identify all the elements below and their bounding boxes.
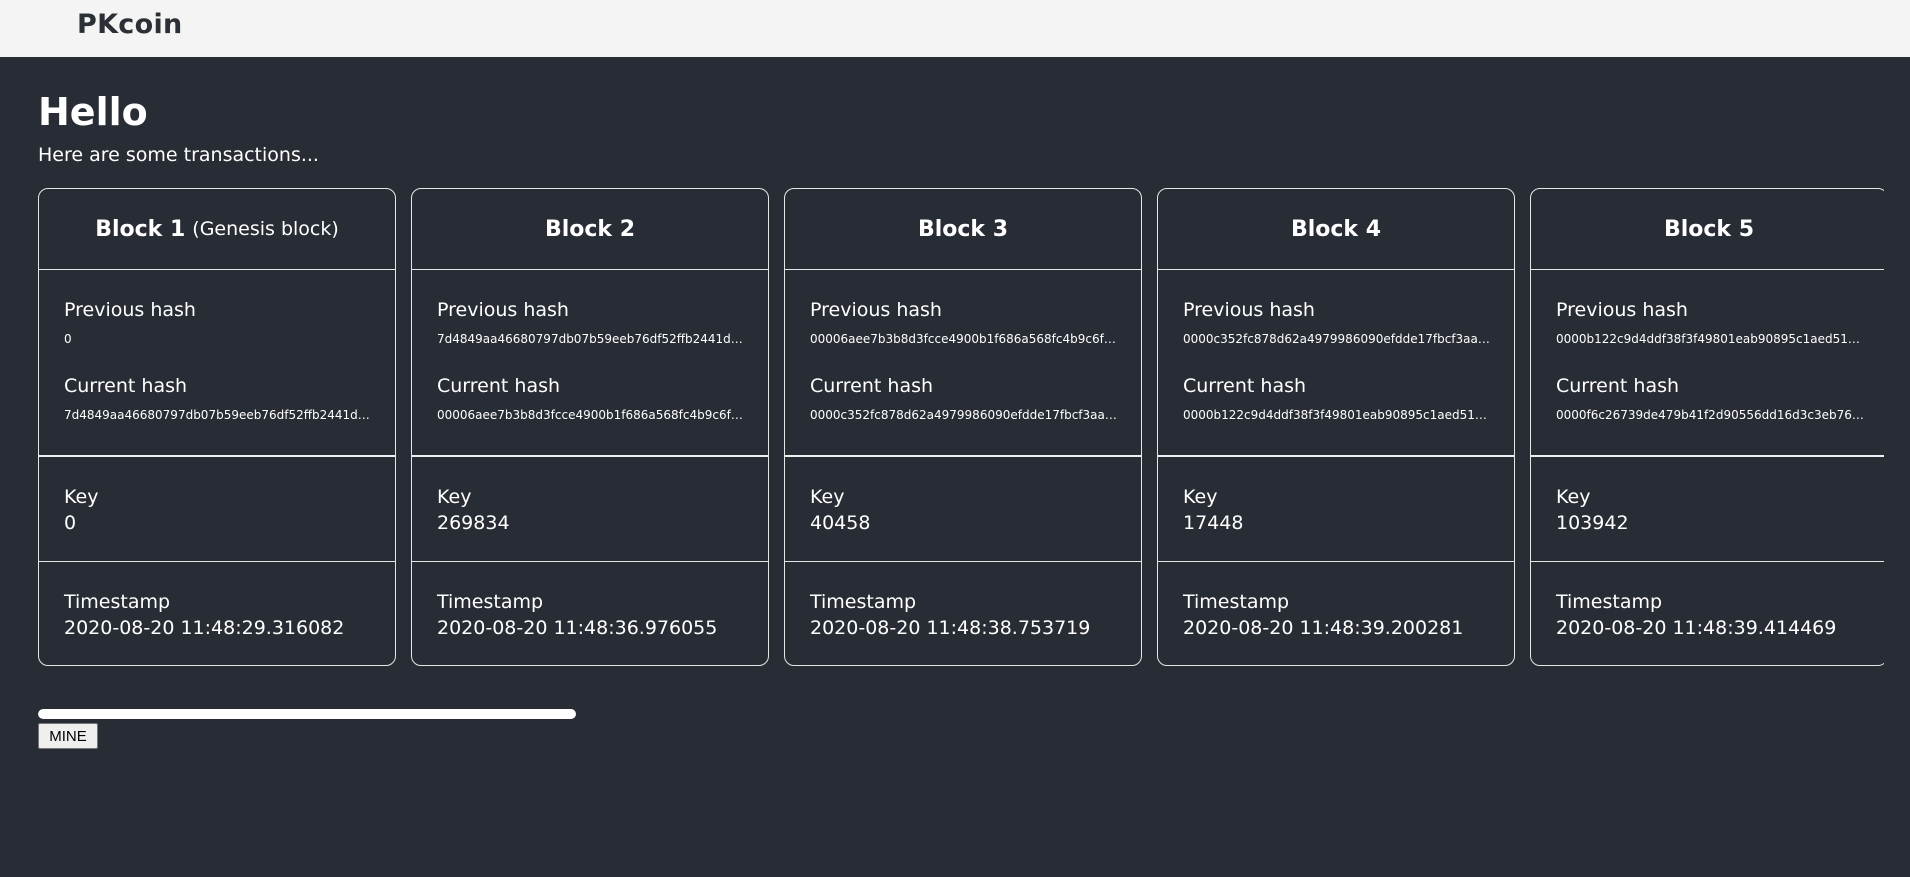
previous-hash-value: 0 xyxy=(64,332,72,346)
previous-hash-value: 00006aee7b3b8d3fcce4900b1f686a568fc4b9c6… xyxy=(810,332,1118,346)
timestamp-value: 2020-08-20 11:48:29.316082 xyxy=(64,617,345,639)
key-section: Key 40458 xyxy=(785,457,1141,562)
block-title: Block 5 xyxy=(1663,216,1755,242)
hash-section: Previous hash 00006aee7b3b8d3fcce4900b1f6… xyxy=(785,270,1141,457)
key-value: 103942 xyxy=(1556,512,1629,534)
hash-section: Previous hash 0 Current hash 7d4849aa466807… xyxy=(39,270,395,457)
block-card: Block 1 (Genesis block) Previous hash 0 Curr… xyxy=(38,188,396,666)
current-hash-label: Current hash xyxy=(810,375,934,397)
timestamp-label: Timestamp xyxy=(810,591,917,613)
brand-logo-text[interactable]: PKcoin xyxy=(77,9,183,40)
key-section: Key 17448 xyxy=(1158,457,1514,562)
key-value: 17448 xyxy=(1183,512,1244,534)
timestamp-value: 2020-08-20 11:48:39.414469 xyxy=(1556,617,1837,639)
scrollbar-thumb[interactable] xyxy=(38,709,576,719)
current-hash-label: Current hash xyxy=(1183,375,1307,397)
hash-section: Previous hash 0000b122c9d4ddf38f3f49801ea… xyxy=(1531,270,1884,457)
block-title: Block 1 xyxy=(95,216,186,242)
key-value: 0 xyxy=(64,512,77,534)
key-label: Key xyxy=(1556,486,1591,508)
page-title: Hello xyxy=(38,90,148,134)
hash-section: Previous hash 7d4849aa46680797db07b59eeb7… xyxy=(412,270,768,457)
timestamp-section: Timestamp 2020-08-20 11:48:29.316082 xyxy=(39,562,395,665)
block-title: Block 4 xyxy=(1290,216,1382,242)
key-value: 269834 xyxy=(437,512,510,534)
timestamp-section: Timestamp 2020-08-20 11:48:39.200281 xyxy=(1158,562,1514,665)
key-label: Key xyxy=(64,486,99,508)
timestamp-value: 2020-08-20 11:48:38.753719 xyxy=(810,617,1091,639)
key-label: Key xyxy=(437,486,472,508)
timestamp-label: Timestamp xyxy=(1183,591,1290,613)
main-content: Hello Here are some transactions... Bloc… xyxy=(38,57,1910,877)
timestamp-section: Timestamp 2020-08-20 11:48:38.753719 xyxy=(785,562,1141,665)
page-subtitle: Here are some transactions... xyxy=(38,144,319,166)
key-section: Key 269834 xyxy=(412,457,768,562)
timestamp-section: Timestamp 2020-08-20 11:48:36.976055 xyxy=(412,562,768,665)
current-hash-label: Current hash xyxy=(64,375,188,397)
blocks-scroll-container[interactable]: Block 1 (Genesis block) Previous hash 0 Curr… xyxy=(38,188,1884,726)
block-card: Block 5 Previous hash 0000b122c9d4ddf38f3f… xyxy=(1530,188,1884,666)
block-header: Block 3 xyxy=(785,189,1141,270)
key-label: Key xyxy=(810,486,845,508)
block-card: Block 3 Previous hash 00006aee7b3b8d3fcce4… xyxy=(784,188,1142,666)
block-header: Block 1 (Genesis block) xyxy=(39,189,395,270)
previous-hash-label: Previous hash xyxy=(1183,299,1315,321)
block-title: Block 3 xyxy=(917,216,1009,242)
horizontal-scrollbar[interactable] xyxy=(38,709,1053,719)
block-title: Block 2 xyxy=(544,216,636,242)
block-header: Block 2 xyxy=(412,189,768,270)
previous-hash-label: Previous hash xyxy=(64,299,196,321)
timestamp-label: Timestamp xyxy=(437,591,544,613)
previous-hash-label: Previous hash xyxy=(1556,299,1688,321)
previous-hash-value: 7d4849aa46680797db07b59eeb76df52ffb2441d… xyxy=(437,332,745,346)
block-card: Block 4 Previous hash 0000c352fc878d62a497… xyxy=(1157,188,1515,666)
current-hash-label: Current hash xyxy=(1556,375,1680,397)
block-header: Block 4 xyxy=(1158,189,1514,270)
timestamp-label: Timestamp xyxy=(1556,591,1663,613)
current-hash-value: 7d4849aa46680797db07b59eeb76df52ffb2441d… xyxy=(64,408,372,422)
timestamp-label: Timestamp xyxy=(64,591,171,613)
block-header: Block 5 xyxy=(1531,189,1884,270)
timestamp-value: 2020-08-20 11:48:39.200281 xyxy=(1183,617,1464,639)
timestamp-section: Timestamp 2020-08-20 11:48:39.414469 xyxy=(1531,562,1884,665)
block-subtitle: (Genesis block) xyxy=(192,218,339,240)
hash-section: Previous hash 0000c352fc878d62a4979986090… xyxy=(1158,270,1514,457)
previous-hash-label: Previous hash xyxy=(810,299,942,321)
current-hash-value: 0000c352fc878d62a4979986090efdde17fbcf3a… xyxy=(810,408,1118,422)
block-card: Block 2 Previous hash 7d4849aa46680797db07… xyxy=(411,188,769,666)
current-hash-label: Current hash xyxy=(437,375,561,397)
current-hash-value: 00006aee7b3b8d3fcce4900b1f686a568fc4b9c6… xyxy=(437,408,745,422)
key-value: 40458 xyxy=(810,512,871,534)
timestamp-value: 2020-08-20 11:48:36.976055 xyxy=(437,617,718,639)
current-hash-value: 0000b122c9d4ddf38f3f49801eab90895c1aed51… xyxy=(1183,408,1491,422)
key-section: Key 0 xyxy=(39,457,395,562)
blocks-track: Block 1 (Genesis block) Previous hash 0 Curr… xyxy=(38,188,1884,726)
mine-button[interactable]: MINE xyxy=(38,723,98,749)
top-navbar: PKcoin xyxy=(0,0,1910,57)
key-section: Key 103942 xyxy=(1531,457,1884,562)
previous-hash-value: 0000c352fc878d62a4979986090efdde17fbcf3a… xyxy=(1183,332,1491,346)
key-label: Key xyxy=(1183,486,1218,508)
current-hash-value: 0000f6c26739de479b41f2d90556dd16d3c3eb76… xyxy=(1556,408,1864,422)
previous-hash-value: 0000b122c9d4ddf38f3f49801eab90895c1aed51… xyxy=(1556,332,1864,346)
previous-hash-label: Previous hash xyxy=(437,299,569,321)
